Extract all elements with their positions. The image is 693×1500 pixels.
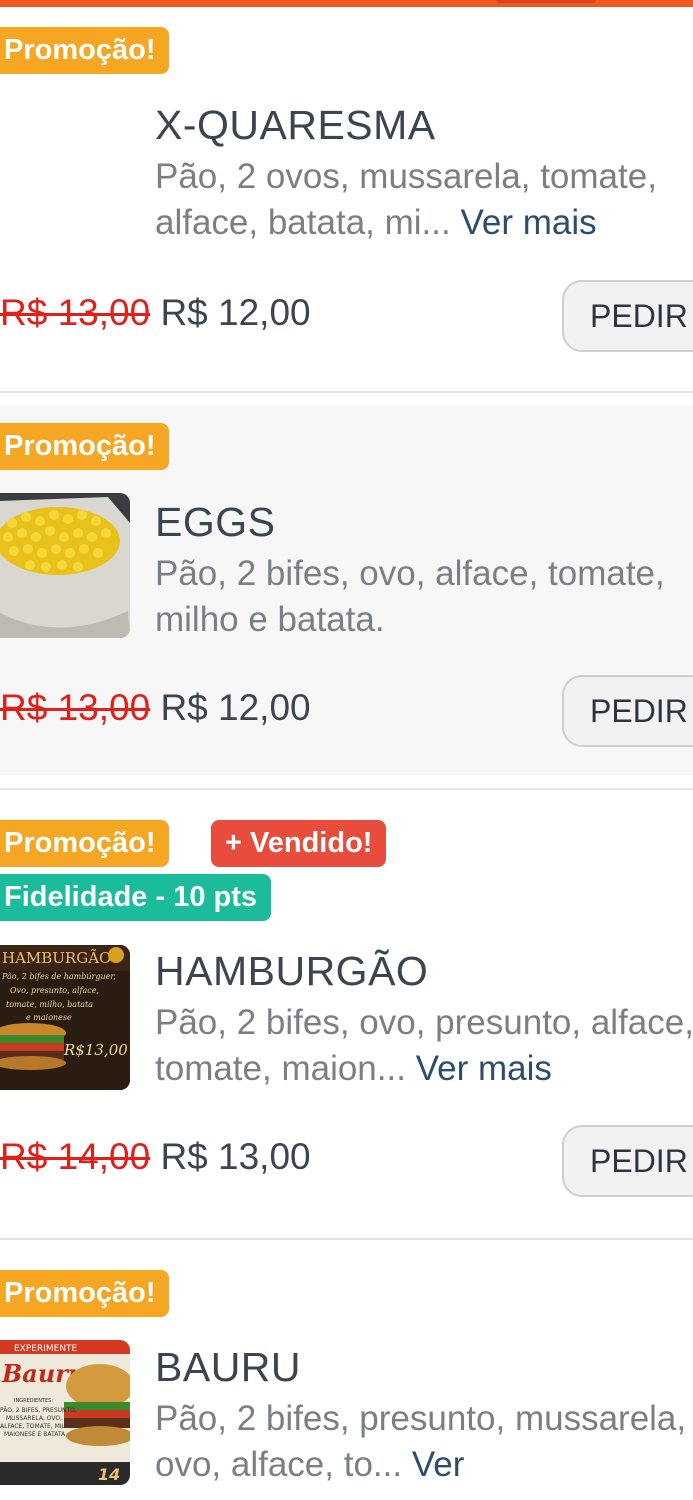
best-seller-badge: + Vendido!: [211, 820, 387, 867]
order-button[interactable]: PEDIR: [562, 280, 693, 352]
thumb-line: tomate, milho, batata: [6, 1000, 93, 1009]
item-photo: HAMBURGÃO Pão, 2 bifes de hambúrguer, Ov…: [0, 945, 130, 1090]
header-accent-bar: [0, 0, 693, 7]
menu-item-card: Promoção! EGGS Pão, 2 bifes, ovo, alface…: [0, 405, 693, 775]
see-more-link[interactable]: Ver mais: [460, 203, 596, 242]
new-price: R$ 12,00: [160, 687, 311, 728]
thumb-price: R$13,00: [63, 1041, 128, 1059]
price-row: R$ 13,00 R$ 12,00: [0, 687, 311, 737]
see-more-link[interactable]: Ver: [412, 1445, 465, 1484]
order-button[interactable]: PEDIR: [562, 1125, 693, 1197]
thumb-line: PÃO, 2 BIFES, PRESUNTO,: [0, 1407, 77, 1414]
item-photo: [0, 493, 130, 638]
divider: [0, 391, 693, 393]
item-description: Pão, 2 bifes, ovo, presunto, alface, tom…: [155, 1003, 693, 1088]
loyalty-badge: Fidelidade - 10 pts: [0, 874, 271, 921]
item-title: HAMBURGÃO: [155, 948, 429, 994]
price-row: R$ 14,00 R$ 13,00: [0, 1136, 311, 1186]
thumb-line: MUSSARELA, OVO,: [6, 1415, 62, 1422]
item-description: Pão, 2 bifes, ovo, alface, tomate, milho…: [155, 554, 665, 639]
thumb-name: HAMBURGÃO: [2, 949, 111, 967]
new-price: R$ 12,00: [160, 292, 311, 333]
thumb-line: Ovo, presunto, alface,: [10, 986, 99, 995]
order-button[interactable]: PEDIR: [562, 675, 693, 747]
item-title: EGGS: [155, 499, 276, 545]
old-price: R$ 14,00: [0, 1136, 151, 1177]
item-description: Pão, 2 ovos, mussarela, tomate, alface, …: [155, 157, 657, 242]
old-price: R$ 13,00: [0, 292, 151, 333]
thumb-tag: EXPERIMENTE: [14, 1344, 78, 1354]
new-price: R$ 13,00: [160, 1136, 311, 1177]
thumb-line: MAIONESE E BATATA: [4, 1431, 66, 1438]
item-title: BAURU: [155, 1344, 302, 1390]
promo-badge: Promoção!: [0, 27, 170, 74]
thumb-price: 14: [98, 1465, 120, 1484]
menu-item-card: Promoção! EXPERIMENTE Bauru INGREDIENTES…: [0, 1240, 693, 1500]
thumb-line: ALFACE, TOMATE, MILHO: [0, 1423, 74, 1430]
promo-badge: Promoção!: [0, 820, 170, 867]
header-tab-indicator: [496, 0, 596, 3]
menu-item-card: Promoção! + Vendido! Fidelidade - 10 pts…: [0, 790, 693, 1238]
menu-item-card: Promoção! X-QUARESMA Pão, 2 ovos, mussar…: [0, 8, 693, 391]
item-photo: EXPERIMENTE Bauru INGREDIENTES: PÃO, 2 B…: [0, 1340, 130, 1485]
item-title: X-QUARESMA: [155, 102, 436, 148]
price-row: R$ 13,00 R$ 12,00: [0, 292, 311, 342]
promo-badge: Promoção!: [0, 423, 170, 470]
thumb-ingredients-label: INGREDIENTES:: [14, 1398, 53, 1404]
old-price: R$ 13,00: [0, 687, 151, 728]
item-description: Pão, 2 bifes, presunto, mussarela, ovo, …: [155, 1399, 687, 1484]
see-more-link[interactable]: Ver mais: [416, 1049, 552, 1088]
thumb-line: Pão, 2 bifes de hambúrguer,: [1, 972, 116, 981]
thumb-line: e maionese: [26, 1013, 72, 1022]
promo-badge: Promoção!: [0, 1270, 170, 1317]
